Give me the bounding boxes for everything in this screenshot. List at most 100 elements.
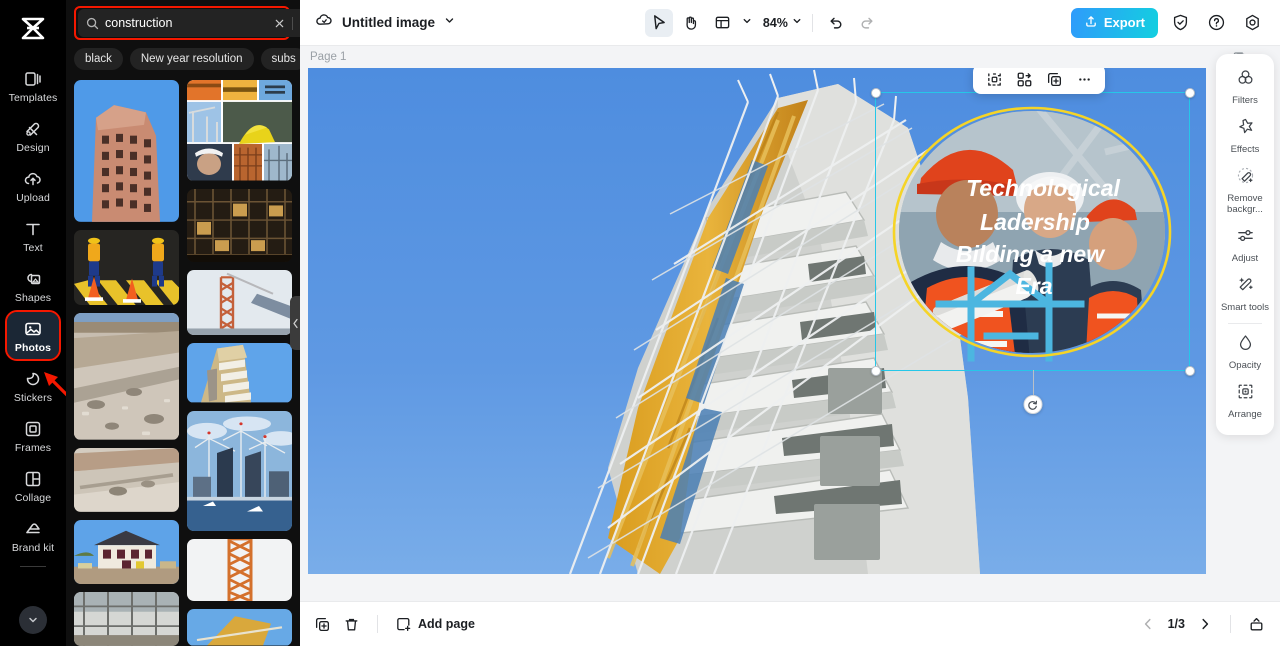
more-button[interactable] [1071, 68, 1097, 92]
search-input[interactable] [105, 16, 266, 30]
sidebar-item-stickers[interactable]: Stickers [7, 362, 59, 409]
smart-tools-icon [1236, 275, 1255, 299]
tool-label: Smart tools [1220, 302, 1270, 313]
help-button[interactable] [1202, 9, 1230, 37]
sidebar-item-upload[interactable]: Upload [7, 162, 59, 209]
photo-thumbnail-concrete-rail-closeup[interactable] [74, 447, 179, 512]
sidebar-item-templates[interactable]: Templates [7, 62, 59, 109]
search-divider [292, 16, 293, 30]
duplicate-page-icon [315, 617, 330, 631]
image-search-icon[interactable] [299, 16, 300, 30]
photo-grid-column-right [187, 80, 292, 646]
tool-filters[interactable]: Filters [1218, 62, 1272, 111]
element-toolbar [973, 68, 1105, 94]
redo-button[interactable] [854, 9, 882, 37]
zoom-selector[interactable]: 84% [763, 14, 803, 32]
photo-thumbnail-workers-safety-cones[interactable] [74, 229, 179, 306]
adjust-sliders-icon [1236, 226, 1255, 250]
engineers-overlay-image[interactable]: Technological Ladership Bilding a new Er… [875, 92, 1190, 371]
search-box[interactable] [78, 9, 300, 37]
photo-thumbnail-scaffold-frame-partial[interactable] [74, 592, 179, 646]
photo-thumbnail-red-brick-tower[interactable] [74, 80, 179, 222]
export-button[interactable]: Export [1070, 7, 1158, 38]
sidebar-item-shapes[interactable]: Shapes [7, 262, 59, 309]
opacity-drop-icon [1236, 333, 1255, 357]
undo-button[interactable] [822, 9, 850, 37]
document-title-group[interactable]: Untitled image [314, 10, 456, 35]
tag-chip[interactable]: black [74, 48, 123, 70]
photos-panel: black New year resolution subs [66, 0, 300, 646]
settings-gear-icon [1245, 14, 1259, 31]
select-tool-button[interactable] [644, 8, 673, 37]
sidebar-item-photos[interactable]: Photos [5, 310, 61, 361]
suggested-tags: black New year resolution subs [74, 46, 300, 72]
prev-page-button[interactable] [1138, 614, 1158, 634]
hand-tool-button[interactable] [677, 9, 705, 37]
sidebar-item-collage[interactable]: Collage [7, 462, 59, 509]
sidebar-item-label: Photos [14, 342, 52, 354]
toolbar-divider [811, 13, 813, 32]
photo-thumbnail-city-skyline-cranes-river[interactable] [187, 410, 292, 532]
photo-thumbnail-crane-blue-sky-partial[interactable] [187, 609, 292, 646]
layout-caret-icon[interactable] [741, 14, 753, 32]
delete-page-button[interactable] [343, 616, 360, 633]
stickers-icon [22, 368, 44, 390]
next-page-button[interactable] [1195, 614, 1215, 634]
crop-button[interactable] [981, 68, 1007, 92]
sidebar-expand-button[interactable] [19, 606, 47, 634]
duplicate-page-button[interactable] [314, 616, 331, 633]
canvas-tools-group: 84% [644, 8, 882, 37]
filters-icon [1236, 68, 1255, 92]
design-icon [22, 118, 44, 140]
photo-thumbnail-red-crane-sky[interactable] [187, 269, 292, 336]
duplicate-button[interactable] [1041, 68, 1067, 92]
shield-icon [1173, 14, 1187, 31]
photo-thumbnail-white-house-construction[interactable] [74, 519, 179, 585]
photo-thumbnail-orange-crane-tower[interactable] [187, 539, 292, 602]
tool-adjust[interactable]: Adjust [1218, 220, 1272, 269]
arrange-icon [1236, 382, 1255, 406]
zoom-level: 84% [762, 15, 788, 30]
pin-panel-button[interactable] [1246, 614, 1266, 634]
settings-button[interactable] [1238, 9, 1266, 37]
shield-button[interactable] [1166, 9, 1194, 37]
capcut-logo-icon[interactable] [13, 12, 53, 46]
photo-thumbnail-construction-collage-grid[interactable] [187, 80, 292, 181]
layout-tool-button[interactable] [709, 9, 737, 37]
sidebar-item-text[interactable]: Text [7, 212, 59, 259]
sidebar-item-label: Text [23, 242, 43, 254]
add-page-icon [397, 617, 411, 631]
chevron-down-icon[interactable] [443, 14, 456, 32]
chevron-left-icon [293, 318, 298, 328]
tool-opacity[interactable]: Opacity [1218, 327, 1272, 376]
tool-remove-background[interactable]: Remove backgr... [1218, 160, 1272, 220]
pin-panel-icon [1250, 617, 1262, 630]
close-icon[interactable] [272, 16, 286, 30]
rotate-handle[interactable] [1023, 395, 1042, 414]
tag-chip[interactable]: subs [260, 48, 300, 70]
replace-button[interactable] [1011, 68, 1037, 92]
photo-thumbnail-road-construction-site[interactable] [74, 313, 179, 440]
sidebar-item-brand-kit[interactable]: Brand kit [7, 512, 59, 559]
hand-icon [686, 16, 697, 30]
sidebar-item-design[interactable]: Design [7, 112, 59, 159]
add-page-button[interactable]: Add page [395, 616, 475, 633]
top-toolbar: Untitled image 84% Export [300, 0, 1280, 46]
tool-smart-tools[interactable]: Smart tools [1218, 269, 1272, 318]
tag-chip[interactable]: New year resolution [129, 48, 254, 70]
canvas-area[interactable]: Page 1 Technological Ladership Bilding a… [300, 46, 1280, 601]
trash-icon [345, 618, 358, 630]
page-indicator: 1/3 [1167, 617, 1185, 631]
tool-effects[interactable]: Effects [1218, 111, 1272, 160]
photo-thumbnail-night-scaffolding-building[interactable] [187, 188, 292, 262]
artboard-page-1[interactable]: Technological Ladership Bilding a new Er… [308, 68, 1206, 574]
overlay-headline-line-3: Bilding a new [956, 241, 1106, 267]
photo-thumbnail-tilted-tower-blue-sky[interactable] [187, 343, 292, 403]
sidebar-item-label: Frames [14, 442, 52, 454]
collapse-panel-handle[interactable] [290, 296, 300, 350]
duplicate-icon [1047, 72, 1061, 86]
bottom-divider-2 [1230, 615, 1231, 633]
tool-arrange[interactable]: Arrange [1218, 376, 1272, 425]
sidebar-item-frames[interactable]: Frames [7, 412, 59, 459]
page-label: Page 1 [310, 51, 347, 63]
